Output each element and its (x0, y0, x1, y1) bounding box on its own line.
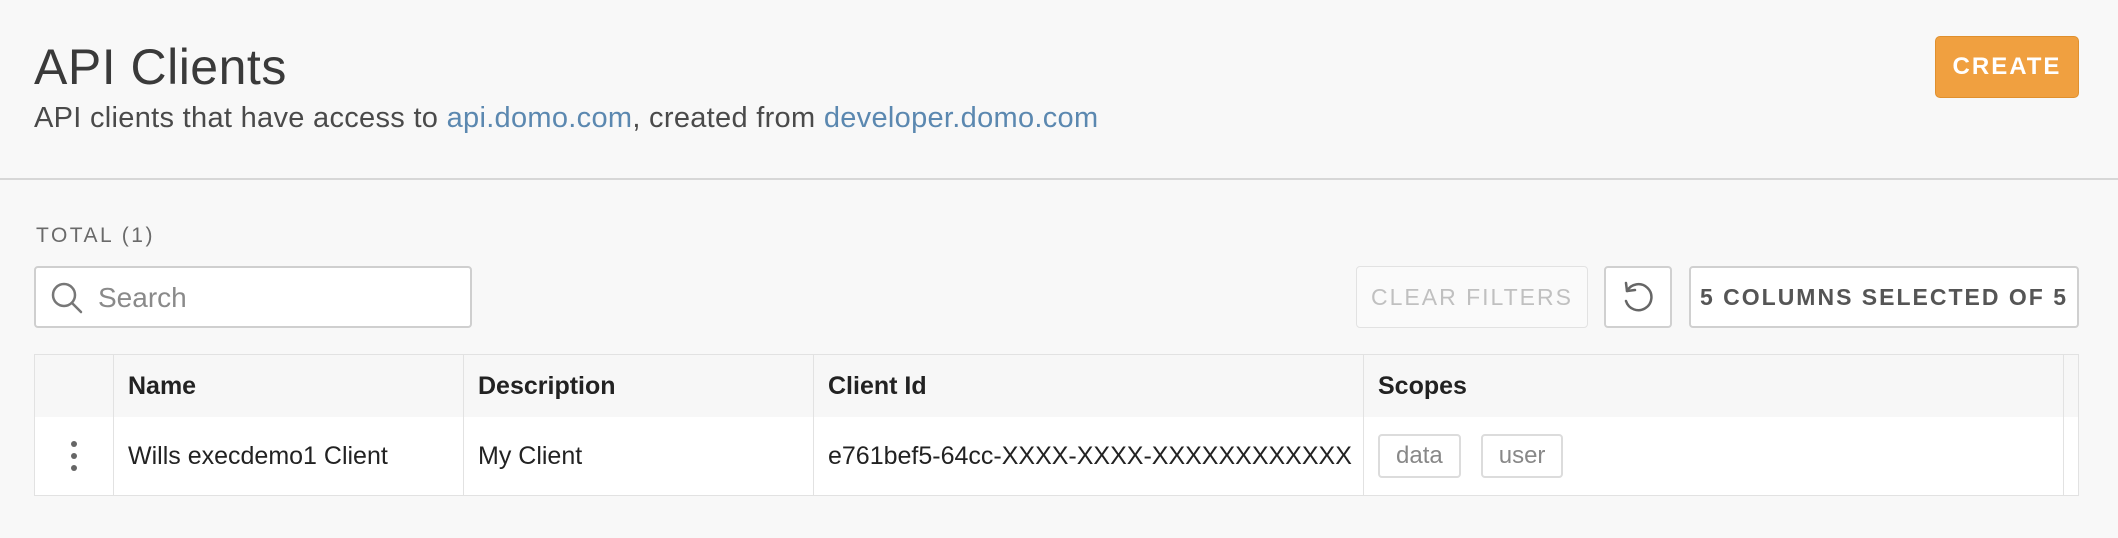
developer-domo-link[interactable]: developer.domo.com (824, 102, 1099, 134)
scope-tag-data: data (1378, 434, 1461, 478)
column-header-name[interactable]: Name (114, 355, 464, 417)
table-row: Wills execdemo1 Client My Client e761bef… (35, 417, 2078, 495)
search-input[interactable] (96, 276, 460, 320)
api-domo-link[interactable]: api.domo.com (447, 102, 633, 134)
column-header-scopes[interactable]: Scopes (1364, 355, 2064, 417)
cell-extra (2064, 417, 2078, 495)
column-header-description[interactable]: Description (464, 355, 814, 417)
cell-client-id: e761bef5-64cc-XXXX-XXXX-XXXXXXXXXXXX (814, 417, 1364, 495)
scope-tag-user: user (1480, 434, 1564, 478)
cell-name: Wills execdemo1 Client (114, 417, 464, 495)
columns-selector-button[interactable]: 5 COLUMNS SELECTED OF 5 (1689, 266, 2079, 328)
header-actions-cell (35, 355, 114, 417)
row-menu-cell[interactable] (35, 417, 114, 495)
cell-description: My Client (464, 417, 814, 495)
api-clients-table: Name Description Client Id Scopes Wills … (34, 354, 2079, 496)
table-header: Name Description Client Id Scopes (35, 355, 2078, 418)
cell-scopes: data user (1364, 417, 2064, 495)
reset-button[interactable] (1604, 266, 1672, 328)
reset-icon (1624, 281, 1653, 312)
clear-filters-button[interactable]: CLEAR FILTERS (1356, 266, 1588, 328)
page-title: API Clients (34, 39, 287, 95)
column-header-extra (2064, 355, 2078, 417)
column-header-client-id[interactable]: Client Id (814, 355, 1364, 417)
page-header: API Clients API clients that have access… (0, 0, 2118, 180)
subtitle-prefix: API clients that have access to (34, 102, 447, 134)
search-box[interactable] (34, 266, 472, 328)
search-icon (51, 282, 83, 314)
create-button[interactable]: CREATE (1935, 36, 2079, 98)
total-count: TOTAL (1) (36, 224, 155, 247)
api-clients-page: API Clients API clients that have access… (0, 0, 2118, 538)
kebab-menu-icon[interactable] (71, 441, 77, 471)
page-subtitle: API clients that have access to api.domo… (34, 102, 1098, 135)
subtitle-middle: , created from (632, 102, 824, 134)
